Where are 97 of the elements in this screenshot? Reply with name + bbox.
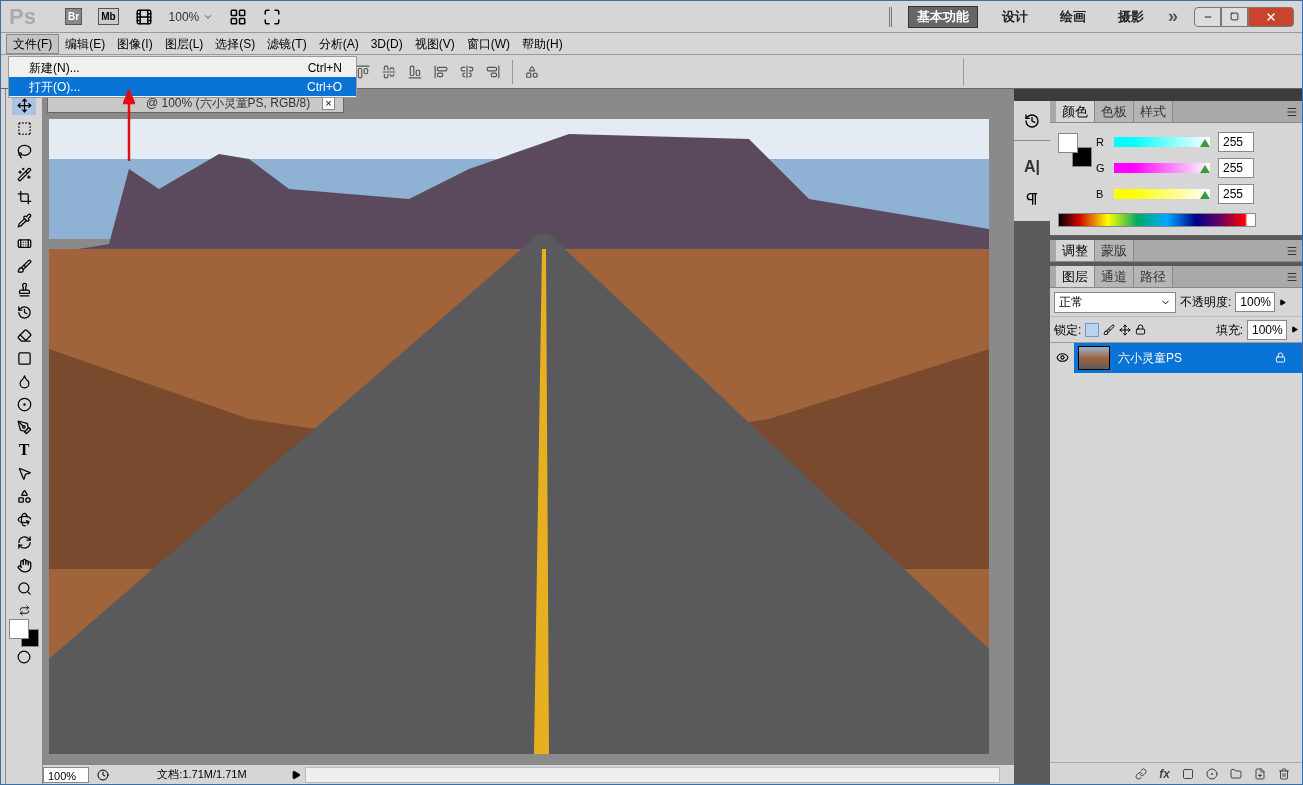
dropdown-item[interactable]: 打开(O)... Ctrl+O [9, 77, 356, 96]
close-icon [1265, 10, 1277, 23]
maximize-button[interactable] [1221, 6, 1248, 27]
close-button[interactable] [1248, 6, 1294, 27]
menu-item[interactable]: 分析(A) [312, 33, 365, 54]
panel-tab[interactable]: 样式 [1134, 101, 1173, 122]
mini-bridge-button[interactable]: Mb [98, 8, 119, 25]
slider-thumb[interactable] [1200, 191, 1210, 199]
workspace-button[interactable]: 基本功能 [908, 5, 978, 28]
channel-value-field[interactable]: 255 [1218, 158, 1254, 178]
menu-item[interactable]: 文件(F) [6, 33, 60, 54]
menu-item[interactable]: 窗口(W) [460, 33, 516, 54]
dropdown-item[interactable]: 新建(N)... Ctrl+N [9, 58, 356, 77]
color-slider[interactable] [1114, 189, 1210, 199]
panel-tab[interactable]: 通道 [1095, 266, 1134, 287]
menu-item[interactable]: 图像(I) [111, 33, 159, 54]
menu-item[interactable]: 视图(V) [408, 33, 461, 54]
menu-item[interactable]: 滤镜(T) [261, 33, 313, 54]
lock-label: 锁定: [1054, 321, 1082, 339]
workspace-button[interactable]: 设计 [994, 5, 1036, 28]
color-spectrum-bar[interactable] [1058, 213, 1256, 227]
zoom-level-field[interactable]: 100% [43, 766, 89, 783]
document-size-text: 文档:1.71M/1.71M [156, 767, 248, 783]
color-swatches[interactable] [1058, 133, 1092, 167]
minimize-button[interactable] [1194, 6, 1221, 27]
timer-icon[interactable] [97, 768, 109, 781]
panel-tab[interactable]: 调整 [1056, 240, 1095, 261]
lock-pixels-icon[interactable] [1103, 323, 1116, 336]
align-icon[interactable] [434, 64, 448, 79]
lock-transparency-toggle[interactable] [1085, 322, 1100, 337]
layer-row[interactable]: 六小灵童PS [1074, 342, 1302, 373]
status-menu-arrow-icon[interactable] [291, 769, 301, 780]
color-swatches[interactable] [9, 619, 39, 647]
channel-label: B [1096, 186, 1105, 202]
workspace-button[interactable]: 摄影 [1110, 5, 1152, 28]
character-panel-icon[interactable]: A| [1024, 155, 1040, 179]
slider-thumb[interactable] [1200, 165, 1210, 173]
panel-tab[interactable]: 蒙版 [1095, 240, 1134, 261]
quick-mask-icon[interactable] [17, 650, 31, 664]
opacity-field[interactable]: 100% [1235, 292, 1276, 312]
menu-item[interactable]: 3D(D) [364, 33, 409, 54]
maximize-icon [1230, 12, 1239, 21]
screen-mode-icon[interactable] [263, 7, 282, 26]
arrange-icon[interactable] [229, 7, 248, 26]
trash-icon[interactable] [1278, 767, 1290, 780]
lock-position-icon[interactable] [1119, 323, 1132, 336]
panel-tab[interactable]: 路径 [1134, 266, 1173, 287]
auto-align-icon[interactable] [525, 64, 539, 79]
color-slider[interactable] [1114, 163, 1210, 173]
opacity-arrow-icon[interactable] [1279, 298, 1287, 306]
zoom-dropdown[interactable]: 100% [168, 7, 214, 26]
layer-thumbnail [1078, 345, 1110, 370]
fill-field[interactable]: 100% [1247, 319, 1287, 340]
channel-label: G [1096, 160, 1106, 176]
new-layer-icon[interactable] [1254, 767, 1266, 780]
slider-thumb[interactable] [1200, 139, 1210, 147]
align-icon[interactable] [408, 64, 422, 79]
mask-icon[interactable] [1182, 767, 1194, 780]
lock-all-icon[interactable] [1135, 324, 1147, 335]
workspace-button[interactable]: 绘画 [1052, 5, 1094, 28]
film-icon[interactable] [134, 7, 153, 26]
align-icon[interactable] [356, 64, 370, 79]
opacity-label: 不透明度: [1180, 294, 1232, 311]
horizontal-scrollbar[interactable] [305, 766, 1000, 783]
panel-menu-icon[interactable] [1286, 271, 1298, 283]
history-panel-icon[interactable] [1024, 112, 1040, 129]
align-icon[interactable] [460, 64, 474, 79]
panel-tab[interactable]: 图层 [1056, 266, 1095, 287]
swap-colors-icon[interactable] [18, 605, 30, 616]
more-workspaces-button[interactable]: » [1168, 3, 1178, 30]
menu-item[interactable]: 编辑(E) [59, 33, 112, 54]
folder-icon[interactable] [1230, 767, 1242, 780]
panel-menu-icon[interactable] [1286, 245, 1298, 257]
document-tab[interactable]: @ 100% (六小灵童PS, RGB/8) [56, 96, 311, 110]
color-slider[interactable] [1114, 137, 1210, 147]
layer-style-button[interactable]: fx [1159, 764, 1170, 783]
bridge-button[interactable]: Br [65, 8, 83, 25]
panel-menu-icon[interactable] [1286, 106, 1298, 118]
panel-tab[interactable]: 色板 [1095, 101, 1134, 122]
channel-value-field[interactable]: 255 [1218, 184, 1254, 204]
layer-name: 六小灵童PS [1118, 349, 1183, 367]
channel-value-field[interactable]: 255 [1218, 132, 1254, 152]
align-icon[interactable] [486, 64, 500, 79]
fill-label: 填充: [1215, 321, 1243, 339]
menu-item[interactable]: 帮助(H) [516, 33, 569, 54]
adjustment-icon[interactable] [1206, 767, 1218, 780]
channel-label: R [1096, 134, 1105, 150]
align-icon[interactable] [382, 64, 396, 79]
panel-tab[interactable]: 颜色 [1056, 101, 1095, 122]
menu-item[interactable]: 图层(L) [158, 33, 210, 54]
blend-mode-dropdown[interactable]: 正常 [1054, 291, 1176, 313]
paragraph-panel-icon[interactable] [1024, 191, 1040, 207]
fill-arrow-icon[interactable] [1291, 326, 1298, 333]
link-icon[interactable] [1135, 767, 1148, 780]
eye-icon[interactable] [1055, 351, 1069, 364]
type-tool[interactable]: T [12, 440, 36, 460]
menu-item[interactable]: 选择(S) [209, 33, 262, 54]
